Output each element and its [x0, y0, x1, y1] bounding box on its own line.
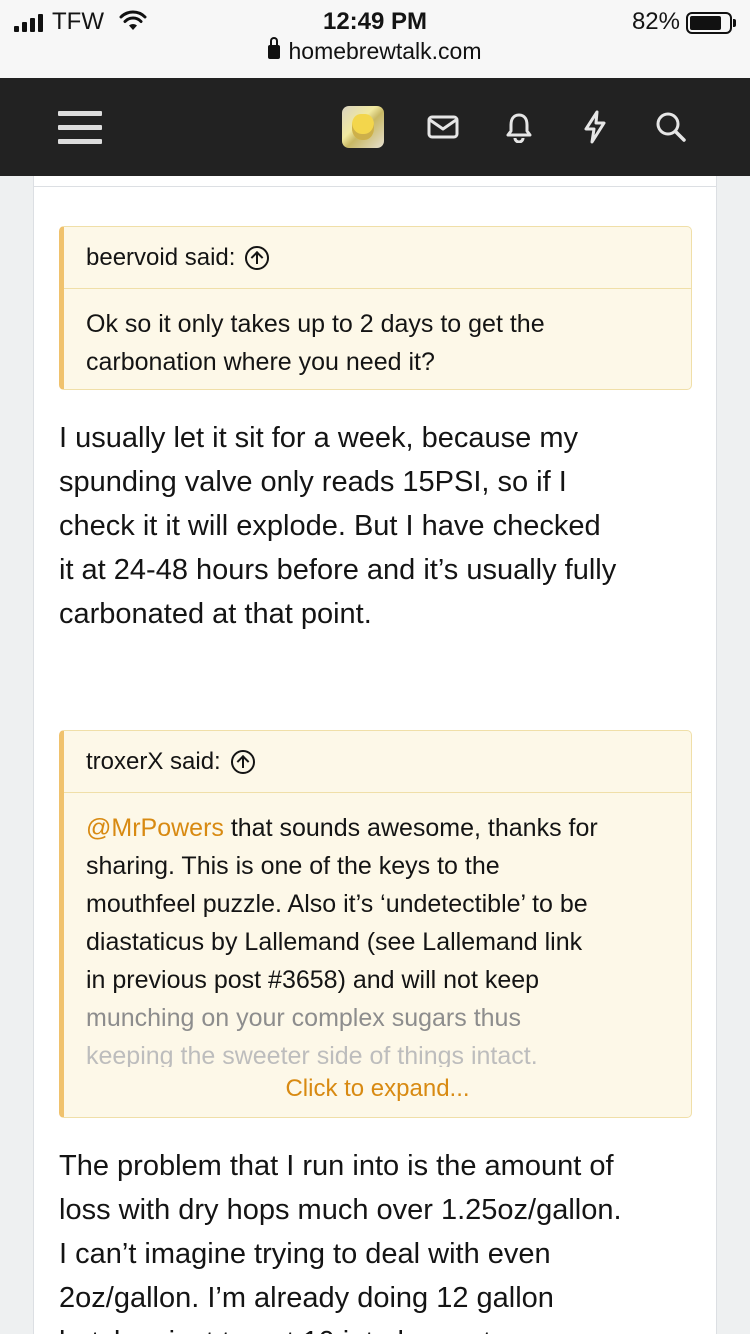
post-line: batches just to get 10 into kegs at [59, 1320, 699, 1334]
quote-line: diastaticus by Lallemand (see Lallemand … [86, 928, 583, 956]
lightning-icon [584, 110, 606, 144]
jump-to-quote-icon[interactable] [245, 245, 270, 270]
quote-block: beervoid said: Ok so it only takes up to… [59, 226, 692, 390]
quote-line: munching on your complex sugars thus [86, 1004, 521, 1032]
user-mention-link[interactable]: @MrPowers [86, 814, 224, 842]
inbox-button[interactable] [420, 78, 466, 176]
jump-to-quote-icon[interactable] [230, 749, 255, 774]
post-message: I usually let it sit for a week, because… [59, 416, 699, 636]
quote-text: that sounds awesome, thanks for [223, 814, 598, 842]
post-line: carbonated at that point. [59, 598, 372, 630]
alerts-button[interactable] [496, 78, 542, 176]
post-line: I can’t imagine trying to deal with even [59, 1238, 551, 1270]
url-bar[interactable]: homebrewtalk.com [0, 37, 750, 70]
divider [34, 186, 716, 187]
quote-body: @MrPowers that sounds awesome, thanks fo… [64, 793, 691, 1067]
quote-body: Ok so it only takes up to 2 days to get … [64, 289, 691, 381]
quote-author[interactable]: troxerX said: [86, 748, 221, 776]
quote-header: beervoid said: [64, 227, 691, 289]
battery-percent: 82% [631, 8, 680, 35]
quote-line: Ok so it only takes up to 2 days to get … [86, 310, 545, 338]
quote-line: keeping the sweeter side of things intac… [86, 1042, 538, 1067]
lock-icon [268, 37, 281, 59]
post-line: check it it will explode. But I have che… [59, 510, 601, 542]
user-avatar[interactable] [342, 106, 384, 148]
quote-header: troxerX said: [64, 731, 691, 793]
whats-new-button[interactable] [572, 78, 618, 176]
post-card: beervoid said: Ok so it only takes up to… [33, 176, 717, 1334]
mail-icon [427, 115, 459, 139]
post-line: The problem that I run into is the amoun… [59, 1150, 614, 1182]
search-icon [656, 112, 686, 142]
quote-line: in previous post #3658) and will not kee… [86, 966, 540, 994]
expand-quote-link[interactable]: Click to expand... [64, 1075, 691, 1103]
menu-button[interactable] [40, 78, 120, 176]
site-navbar [0, 78, 750, 176]
quote-line: mouthfeel puzzle. Also it’s ‘undetectibl… [86, 890, 588, 918]
battery-icon [686, 12, 736, 34]
post-line: it at 24-48 hours before and it’s usuall… [59, 554, 617, 586]
status-bar: TFW 12:49 PM 82% homebrewtalk.com [0, 0, 750, 78]
post-message: The problem that I run into is the amoun… [59, 1144, 699, 1334]
quote-line: carbonation where you need it? [86, 348, 435, 376]
menu-icon [58, 111, 102, 144]
post-line: spunding valve only reads 15PSI, so if I [59, 466, 567, 498]
url-text: homebrewtalk.com [288, 38, 482, 64]
bell-icon [506, 113, 532, 143]
quote-block: troxerX said: @MrPowers that sounds awes… [59, 730, 692, 1118]
post-line: 2oz/gallon. I’m already doing 12 gallon [59, 1282, 554, 1314]
quote-author[interactable]: beervoid said: [86, 244, 235, 272]
post-line: loss with dry hops much over 1.25oz/gall… [59, 1194, 622, 1226]
post-line: I usually let it sit for a week, because… [59, 422, 578, 454]
quote-line: @MrPowers that sounds awesome, thanks fo… [86, 809, 669, 847]
quote-line: sharing. This is one of the keys to the [86, 852, 500, 880]
search-button[interactable] [648, 78, 694, 176]
